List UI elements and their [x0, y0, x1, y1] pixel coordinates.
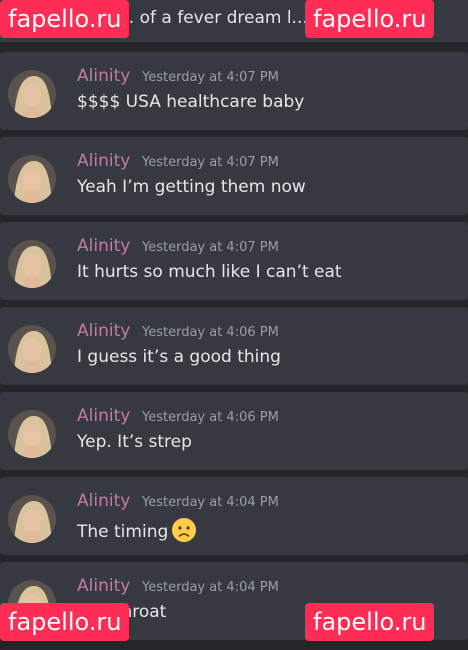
- watermark-bottom-right: fapello.ru: [305, 603, 435, 641]
- message-text: I guess it’s a good thing: [77, 347, 281, 367]
- message-item[interactable]: Alinity Yesterday at 4:07 PM $$$$ USA he…: [0, 52, 468, 130]
- message-author[interactable]: Alinity: [77, 236, 130, 256]
- message-item[interactable]: Alinity Yesterday at 4:06 PM Yep. It’s s…: [0, 392, 468, 470]
- message-item[interactable]: Alinity Yesterday at 4:06 PM I guess it’…: [0, 307, 468, 385]
- message-text-row: The timing: [77, 517, 197, 543]
- message-text: The timing: [77, 522, 169, 542]
- avatar[interactable]: [8, 325, 56, 373]
- message-text: $$$$ USA healthcare baby: [77, 92, 305, 112]
- avatar-icon: [8, 495, 56, 543]
- message-text: Yep. It’s strep: [77, 432, 192, 452]
- avatar-icon: [8, 240, 56, 288]
- avatar-icon: [8, 410, 56, 458]
- watermark-top-left: fapello.ru: [0, 0, 130, 38]
- message-timestamp: Yesterday at 4:04 PM: [142, 495, 279, 510]
- watermark-bottom-left: fapello.ru: [0, 603, 130, 641]
- message-timestamp: Yesterday at 4:07 PM: [142, 240, 279, 255]
- avatar[interactable]: [8, 240, 56, 288]
- message-timestamp: Yesterday at 4:04 PM: [142, 580, 279, 595]
- message-timestamp: Yesterday at 4:07 PM: [142, 155, 279, 170]
- message-author[interactable]: Alinity: [77, 406, 130, 426]
- message-author[interactable]: Alinity: [77, 491, 130, 511]
- message-author[interactable]: Alinity: [77, 151, 130, 171]
- message-text: It hurts so much like I can’t eat: [77, 262, 342, 282]
- message-author[interactable]: Alinity: [77, 66, 130, 86]
- avatar[interactable]: [8, 155, 56, 203]
- watermark-top-right: fapello.ru: [305, 0, 435, 38]
- avatar-icon: [8, 155, 56, 203]
- avatar[interactable]: [8, 495, 56, 543]
- message-timestamp: Yesterday at 4:06 PM: [142, 410, 279, 425]
- message-item[interactable]: Alinity Yesterday at 4:07 PM It hurts so…: [0, 222, 468, 300]
- avatar-icon: [8, 325, 56, 373]
- avatar-icon: [8, 70, 56, 118]
- message-timestamp: Yesterday at 4:07 PM: [142, 70, 279, 85]
- message-item[interactable]: Alinity Yesterday at 4:04 PM The timing: [0, 477, 468, 555]
- partial-message-text: ... of a fever dream l...: [118, 8, 308, 28]
- avatar[interactable]: [8, 410, 56, 458]
- message-author[interactable]: Alinity: [77, 576, 130, 596]
- message-item[interactable]: Alinity Yesterday at 4:07 PM Yeah I’m ge…: [0, 137, 468, 215]
- avatar[interactable]: [8, 70, 56, 118]
- message-timestamp: Yesterday at 4:06 PM: [142, 325, 279, 340]
- message-author[interactable]: Alinity: [77, 321, 130, 341]
- message-text: Yeah I’m getting them now: [77, 177, 306, 197]
- worried-face-icon: [172, 518, 197, 542]
